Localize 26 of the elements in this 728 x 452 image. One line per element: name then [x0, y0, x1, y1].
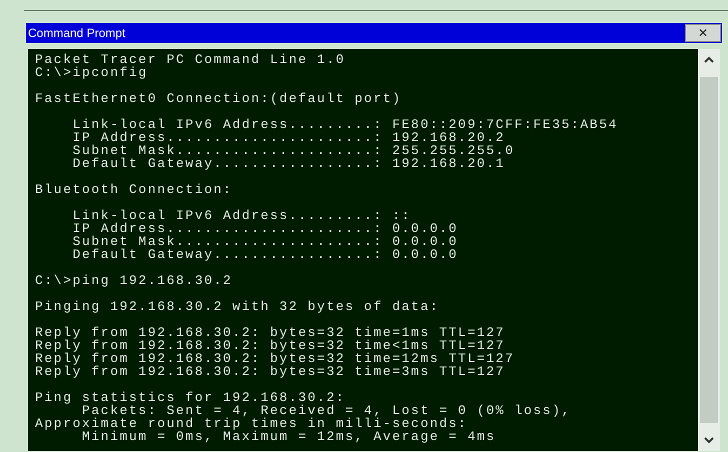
terminal-line: Default Gateway.................: 192.168.20.1	[72, 157, 506, 170]
terminal-line: Bluetooth Connection:	[35, 183, 232, 196]
terminal-line: Reply from 192.168.30.2: bytes=32 time=1ms TTL=127	[35, 326, 506, 339]
terminal-line: Reply from 192.168.30.2: bytes=32 time=12ms TTL=127	[35, 352, 514, 365]
terminal-line: IP Address......................: 0.0.0.0	[72, 222, 458, 235]
terminal-line: Ping statistics for 192.168.30.2:	[35, 391, 346, 404]
terminal-line: IP Address......................: 192.168.20.2	[72, 131, 506, 144]
terminal-line: Packets: Sent = 4, Received = 4, Lost = 0 (0% loss),	[82, 404, 571, 417]
terminal-line: Pinging 192.168.30.2 with 32 bytes of data:	[35, 300, 440, 313]
terminal-line: C:\>ping 192.168.30.2	[35, 274, 232, 287]
terminal-line: Subnet Mask.....................: 0.0.0.0	[72, 235, 458, 248]
terminal-line: Minimum = 0ms, Maximum = 12ms, Average = 4ms	[82, 430, 496, 443]
terminal-line: Default Gateway.................: 0.0.0.0	[72, 248, 458, 261]
terminal-line: Link-local IPv6 Address.........: FE80::209:7CFF:FE35:AB54	[72, 118, 618, 131]
terminal-line: Packet Tracer PC Command Line 1.0	[35, 53, 346, 66]
scrollbar[interactable]	[698, 49, 720, 451]
terminal-line: Subnet Mask.....................: 255.255.255.0	[72, 144, 514, 157]
terminal-line: Reply from 192.168.30.2: bytes=32 time<1ms TTL=127	[35, 339, 506, 352]
terminal-line: Reply from 192.168.30.2: bytes=32 time=3ms TTL=127	[35, 365, 506, 378]
scroll-thumb[interactable]	[700, 77, 718, 423]
terminal-line: Approximate round trip times in milli-seconds:	[35, 417, 468, 430]
terminal-line: FastEthernet0 Connection:(default port)	[35, 92, 402, 105]
window-title: Command Prompt	[27, 26, 126, 40]
terminal-line: C:\>ipconfig	[35, 66, 148, 79]
close-button[interactable]: ✕	[685, 24, 721, 42]
terminal-line: Link-local IPv6 Address.........: ::	[72, 209, 412, 222]
